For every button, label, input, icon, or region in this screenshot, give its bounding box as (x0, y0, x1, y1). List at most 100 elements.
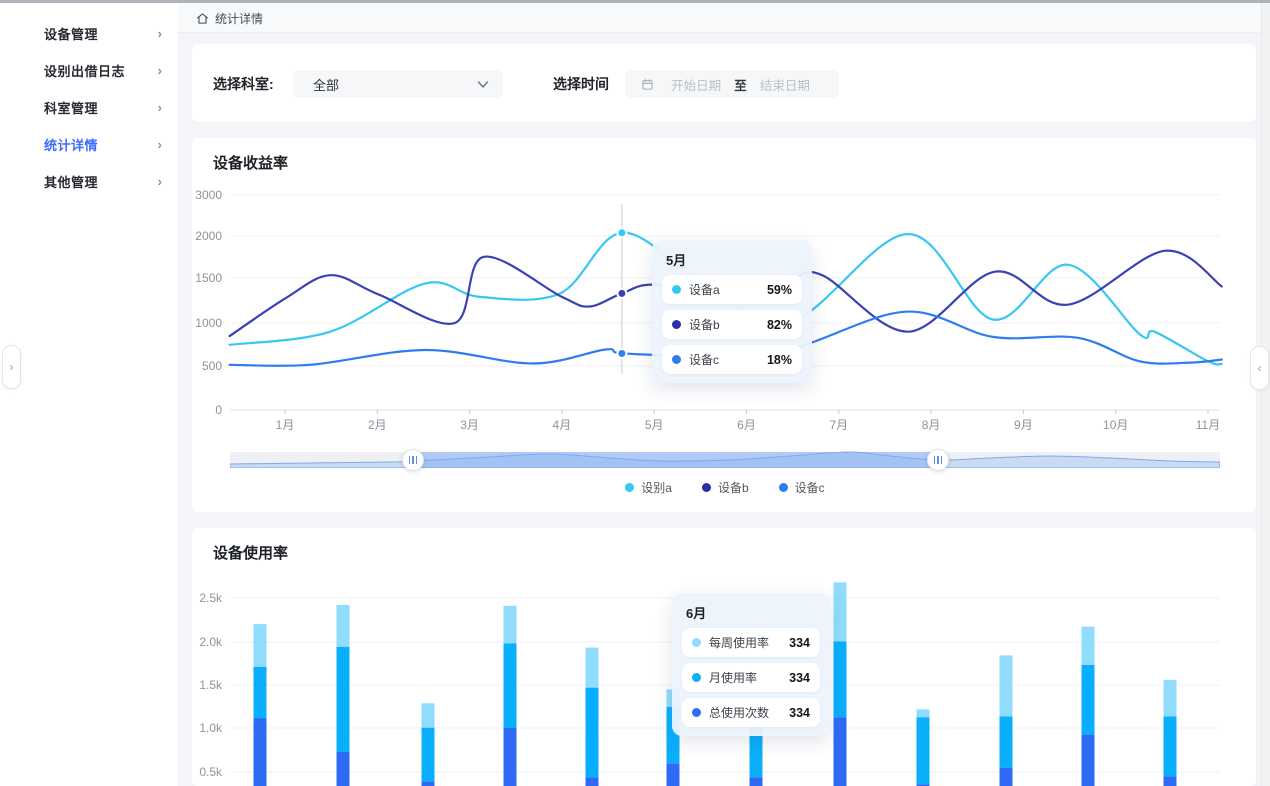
tooltip-row-value: 334 (789, 636, 810, 650)
crosshair-point (617, 228, 626, 237)
sidebar-item-label: 统计详情 (44, 135, 98, 154)
bar-segment-1 (917, 717, 930, 784)
tooltip-row: 设备a 59% (662, 275, 802, 304)
y-tick-label: 1000 (195, 316, 222, 330)
bar-segment-1 (1164, 716, 1177, 776)
breadcrumb[interactable]: 统计详情 (196, 10, 263, 27)
tooltip-row-label: 设备b (689, 316, 720, 333)
legend-item-2[interactable]: 设备c (779, 479, 825, 496)
sidebar-item-1[interactable]: 设别出借日志 › (0, 52, 178, 89)
tooltip-row-value: 82% (767, 318, 792, 332)
x-tick-label: 3月 (460, 418, 479, 432)
tooltip-row-value: 59% (767, 283, 792, 297)
y-tick-label: 0 (215, 403, 222, 417)
left-panel-toggle[interactable]: › (2, 345, 21, 389)
bar-segment-2 (254, 624, 267, 667)
bar-segment-1 (586, 688, 599, 778)
bar-segment-2 (1082, 627, 1095, 665)
datazoom-right-handle[interactable] (927, 449, 949, 471)
bar-segment-2 (422, 703, 435, 727)
bar-segment-2 (337, 605, 350, 647)
tooltip-row: 设备c18% (662, 345, 802, 374)
series-dot-icon (692, 673, 701, 682)
tooltip-row: 总使用次数334 (682, 698, 820, 727)
filter-card: 选择科室: 全部 选择时间 开始日期 至 结束日期 (192, 44, 1256, 122)
bar-segment-1 (504, 643, 517, 727)
usage-chart-card: 设备使用率 2.5k2.0k1.5k1.0k0.5k 6月 每周使用率334月使… (192, 528, 1256, 786)
series-dot-icon (672, 355, 681, 364)
topbar: 统计详情 (178, 3, 1262, 33)
bar-segment-0 (586, 777, 599, 786)
sidebar-item-label: 其他管理 (44, 172, 98, 191)
chevron-right-icon: › (158, 100, 162, 115)
bar-segment-0 (750, 777, 763, 786)
sidebar-item-label: 设别出借日志 (44, 61, 125, 80)
bar-segment-0 (504, 728, 517, 786)
bar-segment-0 (667, 763, 680, 786)
department-select-value: 全部 (313, 75, 339, 94)
right-panel-toggle[interactable]: ‹ (1250, 346, 1269, 390)
bar-segment-2 (834, 582, 847, 641)
department-select[interactable]: 全部 (293, 70, 503, 98)
chevron-right-icon: › (158, 63, 162, 78)
y-tick-label: 1.0k (199, 721, 223, 735)
tooltip-row-label: 每周使用率 (709, 634, 769, 651)
page-scrollbar[interactable] (1261, 3, 1270, 786)
legend-label: 设别a (641, 479, 672, 496)
bar-segment-2 (504, 606, 517, 643)
series-dot-icon (692, 638, 701, 647)
sidebar-item-label: 科室管理 (44, 98, 98, 117)
datazoom-overview-wave (230, 444, 1220, 468)
breadcrumb-label: 统计详情 (215, 10, 263, 27)
bar-segment-0 (1082, 735, 1095, 786)
bar-segment-2 (917, 709, 930, 717)
x-tick-label: 8月 (922, 418, 941, 432)
tooltip-month: 6月 (686, 603, 820, 622)
bar-segment-1 (254, 667, 267, 718)
tooltip-row: 设备b 82% (662, 310, 802, 339)
crosshair-point (617, 349, 626, 358)
chevron-down-icon (477, 80, 489, 89)
sidebar: 设备管理›设别出借日志›科室管理›统计详情›其他管理› (0, 3, 178, 786)
time-filter-label: 选择时间 (553, 74, 609, 94)
sidebar-item-4[interactable]: 其他管理 › (0, 163, 178, 200)
start-date-input[interactable]: 开始日期 (658, 75, 734, 94)
legend-dot-icon (625, 483, 634, 492)
x-tick-label: 4月 (553, 418, 572, 432)
tooltip-row-label: 总使用次数 (709, 704, 769, 721)
legend-item-1[interactable]: 设备b (702, 479, 749, 496)
sidebar-item-3[interactable]: 统计详情› (0, 126, 178, 163)
legend-dot-icon (779, 483, 788, 492)
tooltip-row-label: 设备a (689, 281, 720, 298)
date-range-picker[interactable]: 开始日期 至 结束日期 (625, 70, 839, 98)
sidebar-item-label: 设备管理 (44, 24, 98, 43)
bar-segment-0 (1000, 768, 1013, 786)
chevron-right-icon: › (158, 26, 162, 41)
bar-segment-1 (1082, 665, 1095, 735)
x-tick-label: 5月 (645, 418, 664, 432)
department-filter-label: 选择科室: (213, 74, 274, 94)
chevron-right-icon: › (158, 174, 162, 189)
legend-label: 设备b (718, 479, 749, 496)
tooltip-row-label: 月使用率 (709, 669, 757, 686)
tooltip-row-label: 设备c (689, 351, 719, 368)
chevron-left-icon: ‹ (1258, 361, 1262, 375)
overview-area (230, 452, 1220, 468)
bar-segment-0 (337, 752, 350, 786)
legend-item-0[interactable]: 设别a (625, 479, 672, 496)
sidebar-item-0[interactable]: 设备管理 › (0, 15, 178, 52)
series-dot-icon (672, 320, 681, 329)
x-tick-label: 11月 (1196, 418, 1220, 432)
y-tick-label: 2000 (195, 229, 222, 243)
sidebar-item-2[interactable]: 科室管理 › (0, 89, 178, 126)
bar-segment-1 (422, 728, 435, 782)
app-window: 设备管理›设别出借日志›科室管理›统计详情›其他管理› 统计详情 选择科室: 全… (0, 0, 1270, 786)
usage-tooltip: 6月 每周使用率334月使用率334总使用次数334 (672, 593, 830, 736)
end-date-input[interactable]: 结束日期 (747, 75, 823, 94)
y-tick-label: 2.5k (199, 591, 223, 605)
y-tick-label: 500 (202, 359, 222, 373)
x-tick-label: 1月 (276, 418, 295, 432)
datazoom-left-handle[interactable] (402, 449, 424, 471)
bar-segment-1 (834, 642, 847, 718)
tooltip-month: 5月 (666, 250, 802, 269)
